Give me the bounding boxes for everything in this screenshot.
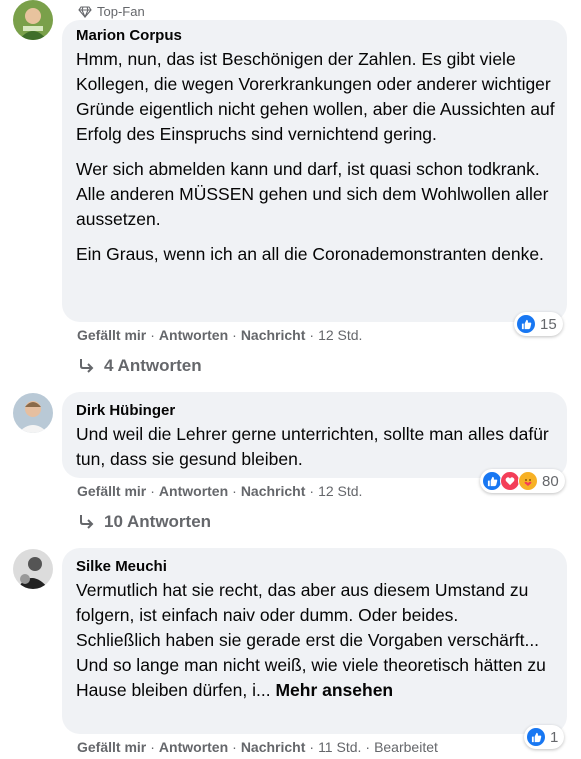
top-fan-badge: Top-Fan <box>78 4 145 19</box>
replies-count: 4 Antworten <box>104 356 202 375</box>
comment-paragraph: Vermutlich hat sie recht, das aber aus d… <box>76 580 540 650</box>
reply-arrow-icon <box>80 359 94 373</box>
reaction-summary[interactable]: 1 <box>524 725 565 749</box>
avatar[interactable] <box>13 393 53 433</box>
avatar[interactable] <box>13 549 53 589</box>
comment-paragraph: Und weil die Lehrer gerne unterrichten, … <box>76 424 549 469</box>
view-replies-button[interactable]: 10 Antworten <box>78 512 211 532</box>
reply-button[interactable]: Antworten <box>159 483 228 499</box>
comment-bubble: Dirk Hübinger Und weil die Lehrer gerne … <box>62 392 567 478</box>
diamond-icon <box>78 5 92 18</box>
reply-button[interactable]: Antworten <box>159 327 228 343</box>
comment-text: Hmm, nun, das ist Beschönigen der Zahlen… <box>76 47 555 267</box>
author-name[interactable]: Dirk Hübinger <box>76 401 555 421</box>
comment-paragraph: Wer sich abmelden kann und darf, ist qua… <box>76 159 549 229</box>
view-replies-button[interactable]: 4 Antworten <box>78 356 202 376</box>
like-button[interactable]: Gefällt mir <box>77 739 146 755</box>
timestamp[interactable]: 11 Std. <box>318 739 361 755</box>
like-button[interactable]: Gefällt mir <box>77 327 146 343</box>
comment-actions: Gefällt mir · Antworten · Nachricht · 12 Std. <box>77 483 363 499</box>
reaction-count: 15 <box>540 315 557 333</box>
comment-bubble: Silke Meuchi Vermutlich hat sie recht, d… <box>62 548 567 734</box>
comment-actions: Gefällt mir · Antworten · Nachricht · 11 Std. ·… <box>77 739 438 755</box>
timestamp[interactable]: 12 Std. <box>318 327 362 343</box>
message-button[interactable]: Nachricht <box>241 739 306 755</box>
comment-bubble: Marion Corpus Hmm, nun, das ist Beschöni… <box>62 20 567 322</box>
reply-arrow-icon <box>80 515 94 529</box>
author-name[interactable]: Silke Meuchi <box>76 557 555 577</box>
reaction-summary[interactable]: 80 <box>480 469 565 493</box>
like-reaction-icon <box>526 727 546 747</box>
avatar[interactable] <box>13 0 53 40</box>
care-reaction-icon <box>518 471 538 491</box>
reaction-count: 80 <box>542 472 559 490</box>
comment-text: Vermutlich hat sie recht, das aber aus d… <box>76 578 555 703</box>
love-reaction-icon <box>500 471 520 491</box>
reaction-count: 1 <box>550 728 559 746</box>
comment-paragraph: Ein Graus, wenn ich an all die Coronadem… <box>76 244 544 264</box>
like-button[interactable]: Gefällt mir <box>77 483 146 499</box>
like-reaction-icon <box>516 314 536 334</box>
badge-label: Top-Fan <box>97 4 145 19</box>
reply-button[interactable]: Antworten <box>159 739 228 755</box>
reaction-summary[interactable]: 15 <box>514 312 563 336</box>
comment-actions: Gefällt mir · Antworten · Nachricht · 12 Std. <box>77 327 363 343</box>
see-more-link[interactable]: Mehr ansehen <box>275 680 393 700</box>
message-button[interactable]: Nachricht <box>241 483 306 499</box>
edited-label: Bearbeitet <box>374 739 438 755</box>
replies-count: 10 Antworten <box>104 512 212 531</box>
author-name[interactable]: Marion Corpus <box>76 26 555 46</box>
comment-text: Und weil die Lehrer gerne unterrichten, … <box>76 422 555 472</box>
message-button[interactable]: Nachricht <box>241 327 306 343</box>
like-reaction-icon <box>482 471 502 491</box>
comment-paragraph-truncated: Und so lange man nicht weiß, wie viele t… <box>76 653 555 703</box>
comment-paragraph: Hmm, nun, das ist Beschönigen der Zahlen… <box>76 49 555 144</box>
timestamp[interactable]: 12 Std. <box>318 483 362 499</box>
